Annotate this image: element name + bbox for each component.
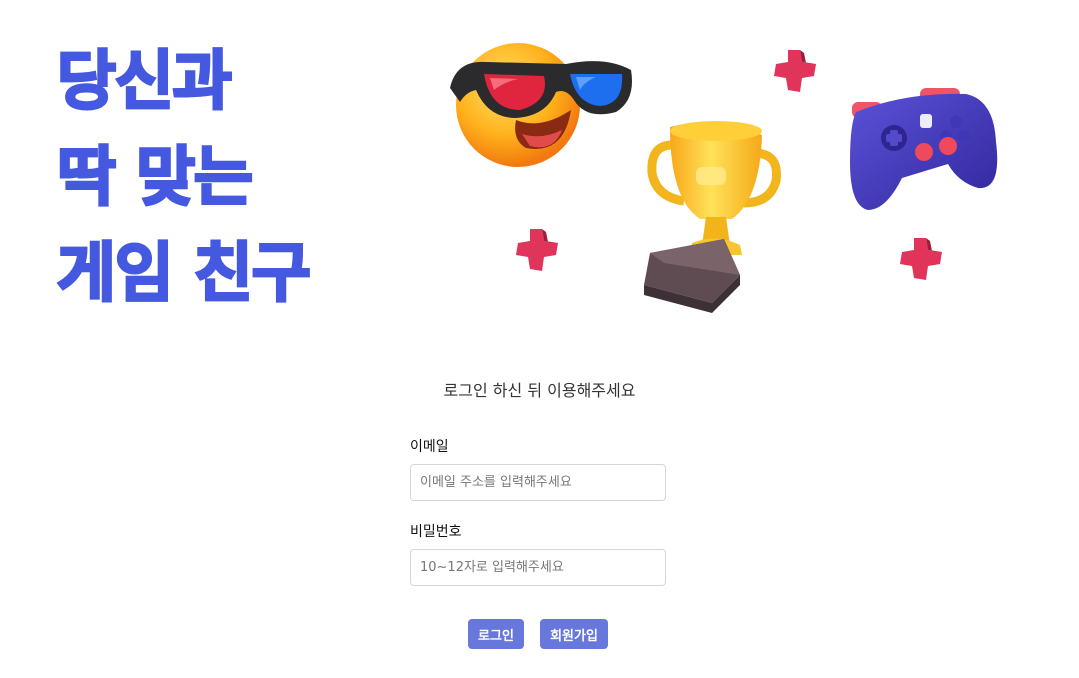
- gamepad-icon: [850, 88, 998, 210]
- password-label: 비밀번호: [410, 524, 462, 540]
- headline-line-1: 당신과: [56, 44, 234, 121]
- login-page: 당신과 딱 맞는 게임 친구 로그인 하신 뒤 이용해주세요 이메일 이메일 주…: [0, 0, 1079, 678]
- plus-icon: [900, 238, 942, 280]
- plus-icon: [774, 50, 816, 92]
- email-label: 이메일: [410, 439, 449, 455]
- login-message: 로그인 하신 뒤 이용해주세요: [443, 381, 636, 400]
- sunglasses-emoji-icon: [450, 43, 632, 167]
- trophy-icon: [644, 121, 782, 313]
- password-field[interactable]: [410, 549, 666, 586]
- hero-headline: 당신과 딱 맞는 게임 친구: [56, 34, 313, 322]
- headline-line-2: 딱 맞는: [56, 140, 255, 217]
- hero-illustration: [430, 20, 1030, 320]
- email-field[interactable]: [410, 464, 666, 501]
- headline-line-3: 게임 친구: [56, 236, 313, 313]
- plus-icon: [516, 229, 558, 271]
- signup-button[interactable]: 회원가입: [540, 619, 608, 649]
- login-button[interactable]: 로그인: [468, 619, 524, 649]
